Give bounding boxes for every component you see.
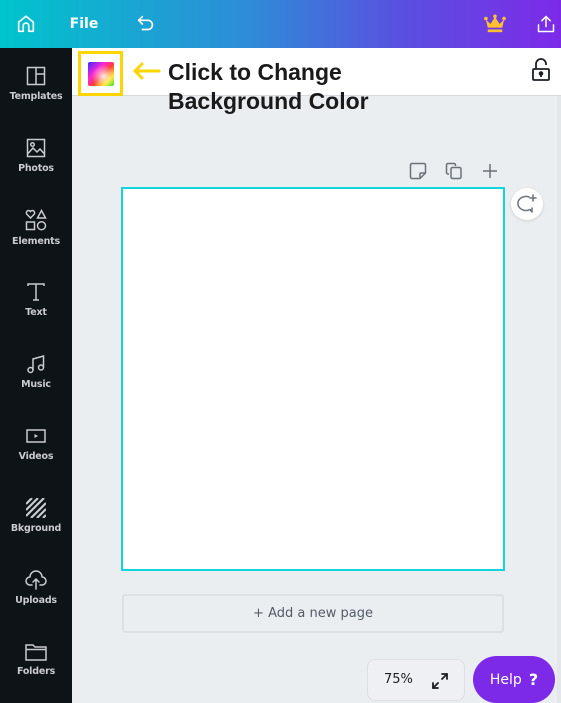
sidebar-item-templates[interactable]: Templates [0, 48, 72, 120]
editor-toolbar: Click to Change Background Color [72, 48, 561, 114]
home-icon [17, 15, 35, 33]
crown-icon [484, 14, 506, 33]
add-note-icon [409, 162, 427, 180]
add-new-page-button[interactable]: + Add a new page [122, 594, 504, 633]
annotation-line-1: Click to Change [168, 59, 342, 85]
share-icon [537, 15, 555, 33]
sidebar-item-label: Music [21, 379, 51, 390]
sidebar-item-folders[interactable]: Folders [0, 624, 72, 696]
folders-icon [25, 644, 47, 661]
vertical-scrollbar[interactable] [557, 96, 561, 703]
background-icon [26, 498, 46, 518]
undo-icon [137, 15, 154, 31]
annotation-line-2: Background Color [168, 88, 369, 114]
videos-icon [26, 429, 46, 443]
uploads-icon [25, 570, 47, 590]
color-palette-icon [87, 61, 114, 86]
unlock-icon [532, 58, 550, 81]
upgrade-crown-button[interactable] [478, 0, 512, 48]
add-note-button[interactable] [407, 160, 429, 182]
annotation-arrow-icon [132, 61, 162, 85]
sidebar-item-label: Folders [16, 666, 56, 677]
help-icon: ? [528, 670, 539, 689]
templates-icon [26, 66, 46, 86]
fullscreen-button[interactable] [430, 671, 450, 691]
help-button[interactable]: Help ? [473, 656, 555, 703]
add-comment-button[interactable] [511, 188, 543, 220]
sidebar-item-label: Uploads [15, 595, 57, 606]
file-label: File [69, 16, 99, 32]
sidebar-item-label: Photos [18, 163, 54, 174]
sidebar-item-elements[interactable]: Elements [0, 192, 72, 264]
sidebar-item-label: Bkground [10, 523, 62, 534]
add-page-icon [483, 164, 497, 178]
sidebar-item-background[interactable]: Bkground [0, 480, 72, 552]
top-bar: File [0, 0, 561, 48]
duplicate-page-icon [445, 162, 462, 180]
sidebar-item-uploads[interactable]: Uploads [0, 552, 72, 624]
design-canvas-page[interactable] [121, 187, 505, 571]
photos-icon [26, 138, 46, 158]
music-icon [27, 355, 45, 374]
text-icon [27, 283, 45, 301]
undo-button[interactable] [128, 0, 164, 48]
sidebar-item-videos[interactable]: Videos [0, 408, 72, 480]
sidebar-item-photos[interactable]: Photos [0, 120, 72, 192]
help-label: Help [489, 671, 522, 688]
home-button[interactable] [8, 0, 44, 48]
sidebar-item-text[interactable]: Text [0, 264, 72, 336]
duplicate-page-button[interactable] [443, 160, 465, 182]
annotation-text: Click to Change Background Color [168, 58, 428, 116]
sidebar-item-label: Videos [18, 451, 54, 462]
sidebar-item-label: Elements [12, 236, 60, 247]
zoom-control: 75% [367, 659, 465, 701]
left-sidebar: Templates Photos Elements Text Music Vid… [0, 48, 72, 703]
sidebar-item-music[interactable]: Music [0, 336, 72, 408]
lock-button[interactable] [531, 58, 553, 84]
zoom-level[interactable]: 75% [384, 672, 413, 687]
file-menu-button[interactable]: File [66, 0, 102, 48]
share-button[interactable] [530, 0, 561, 48]
background-color-button[interactable] [78, 51, 123, 96]
add-comment-icon [517, 194, 537, 213]
add-new-page-label: + Add a new page [253, 606, 373, 621]
sidebar-item-label: Templates [9, 91, 63, 102]
elements-icon [25, 209, 47, 231]
add-page-button[interactable] [479, 160, 501, 182]
expand-icon [432, 673, 448, 689]
sidebar-item-label: Text [25, 307, 47, 318]
